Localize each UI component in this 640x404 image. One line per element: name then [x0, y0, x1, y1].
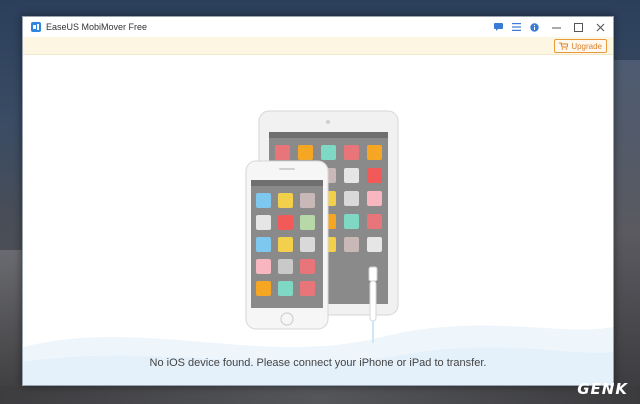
- minimize-icon[interactable]: [549, 20, 563, 34]
- app-tile-icon: [321, 145, 336, 160]
- app-logo-icon: [31, 22, 41, 32]
- menu-icon[interactable]: [509, 20, 523, 34]
- upgrade-banner: Upgrade: [23, 37, 613, 55]
- feedback-icon[interactable]: [491, 20, 505, 34]
- app-tile-icon: [275, 145, 290, 160]
- upgrade-label: Upgrade: [571, 41, 602, 51]
- close-icon[interactable]: [593, 20, 607, 34]
- maximize-icon[interactable]: [571, 20, 585, 34]
- app-tile-icon: [256, 281, 271, 296]
- app-tile-icon: [344, 145, 359, 160]
- app-tile-icon: [344, 191, 359, 206]
- cart-icon: [559, 42, 569, 50]
- app-tile-icon: [367, 145, 382, 160]
- app-tile-icon: [344, 168, 359, 183]
- app-tile-icon: [256, 193, 271, 208]
- app-tile-icon: [344, 237, 359, 252]
- upgrade-button[interactable]: Upgrade: [554, 39, 607, 53]
- app-tile-icon: [300, 215, 315, 230]
- app-tile-icon: [256, 215, 271, 230]
- app-tile-icon: [367, 214, 382, 229]
- desktop-wallpaper-right: [614, 60, 640, 404]
- desktop-wallpaper-bottom: [0, 386, 640, 404]
- app-window: EaseUS MobiMover Free Upgrade No iOS dev…: [22, 16, 614, 386]
- app-tile-icon: [278, 237, 293, 252]
- watermark-logo: GENK: [577, 380, 628, 398]
- app-tile-icon: [278, 215, 293, 230]
- window-title: EaseUS MobiMover Free: [46, 22, 148, 32]
- app-tile-icon: [256, 259, 271, 274]
- app-tile-icon: [278, 193, 293, 208]
- app-tile-icon: [298, 145, 313, 160]
- app-tile-icon: [367, 237, 382, 252]
- info-icon[interactable]: [527, 20, 541, 34]
- app-tile-icon: [300, 193, 315, 208]
- device-illustration: [245, 110, 399, 343]
- app-tile-icon: [278, 281, 293, 296]
- app-tile-icon: [256, 237, 271, 252]
- main-content: No iOS device found. Please connect your…: [23, 55, 613, 385]
- status-message: No iOS device found. Please connect your…: [149, 357, 487, 369]
- app-tile-icon: [300, 237, 315, 252]
- app-tile-icon: [367, 168, 382, 183]
- app-tile-icon: [367, 191, 382, 206]
- app-tile-icon: [300, 281, 315, 296]
- app-tile-icon: [300, 259, 315, 274]
- app-tile-icon: [278, 259, 293, 274]
- app-tile-icon: [344, 214, 359, 229]
- title-bar[interactable]: EaseUS MobiMover Free: [23, 17, 613, 37]
